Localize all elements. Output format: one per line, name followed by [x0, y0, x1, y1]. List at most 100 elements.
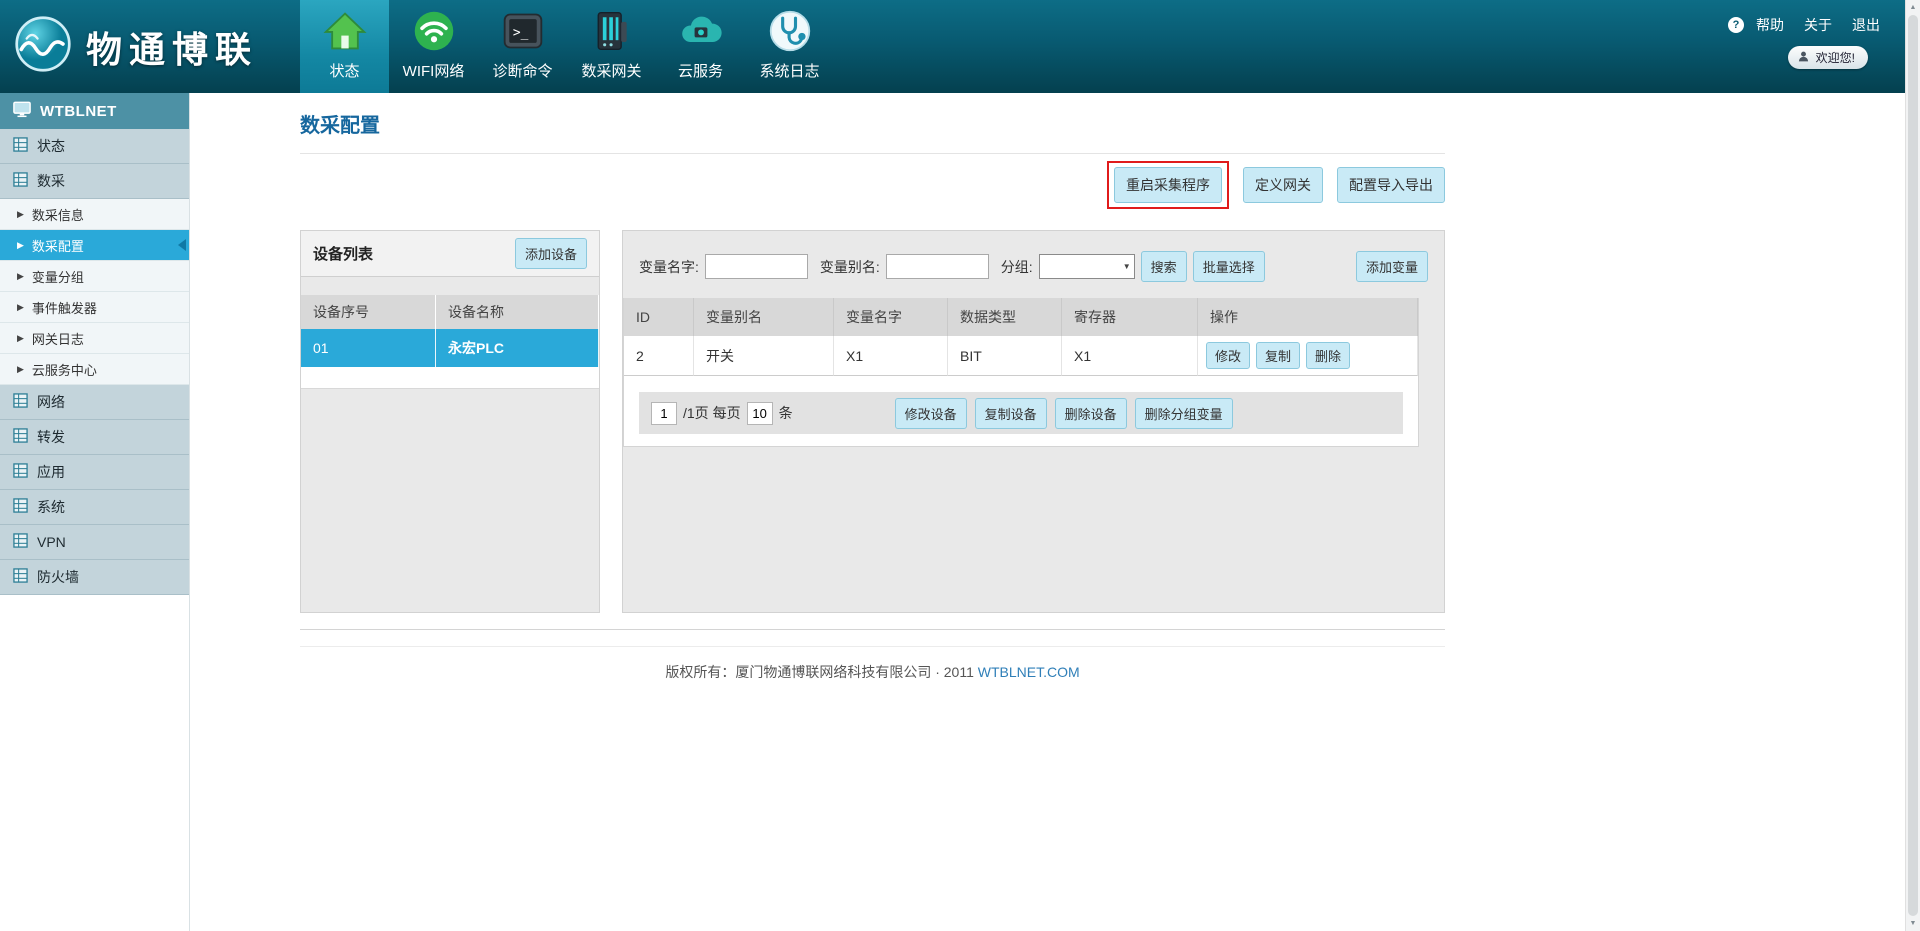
page-count-text: /1页 每页 [683, 403, 741, 423]
sidebar-item-forwarding[interactable]: 转发 [0, 420, 189, 455]
grid-icon [13, 172, 28, 190]
copy-variable-button[interactable]: 复制 [1256, 342, 1300, 369]
variables-table-header: ID 变量别名 变量名字 数据类型 寄存器 操作 [624, 298, 1418, 336]
add-device-button[interactable]: 添加设备 [515, 238, 587, 269]
grid-icon [13, 533, 28, 551]
sidebar-item-variable-group[interactable]: ▶ 变量分组 [0, 261, 189, 292]
sidebar-item-label: 系统 [37, 497, 65, 517]
page-size-input[interactable] [747, 402, 773, 425]
batch-select-button[interactable]: 批量选择 [1193, 251, 1265, 282]
define-gateway-button[interactable]: 定义网关 [1243, 167, 1323, 203]
delete-device-button[interactable]: 删除设备 [1055, 398, 1127, 429]
tab-label: 云服务 [678, 60, 723, 81]
variable-id-cell: 2 [624, 336, 694, 376]
help-link[interactable]: 帮助 [1756, 15, 1784, 35]
sidebar-item-label: 应用 [37, 462, 65, 482]
scroll-down-arrow[interactable]: ▼ [1906, 916, 1920, 931]
search-button[interactable]: 搜索 [1141, 251, 1187, 282]
variable-name-label: 变量名字: [639, 257, 699, 277]
column-header-name: 变量名字 [834, 298, 948, 336]
modify-device-button[interactable]: 修改设备 [895, 398, 967, 429]
tab-system-log[interactable]: 系统日志 [745, 0, 834, 93]
terminal-icon: >_ [499, 7, 547, 55]
column-header-alias: 变量别名 [694, 298, 834, 336]
wifi-icon [410, 7, 458, 55]
tab-status[interactable]: 状态 [300, 0, 389, 93]
config-import-export-button[interactable]: 配置导入导出 [1337, 167, 1445, 203]
footer-copyright: 版权所有：厦门物通博联网络科技有限公司 · 2011 WTBLNET.COM [300, 662, 1445, 682]
footer-divider-2 [300, 646, 1445, 647]
unit-text: 条 [779, 403, 793, 423]
add-variable-button[interactable]: 添加变量 [1356, 251, 1428, 282]
variables-panel: 变量名字: 变量别名: 分组: ▼ 搜索 批量选择 添加变量 [622, 230, 1445, 613]
sidebar-item-label: VPN [37, 534, 66, 550]
sidebar-item-event-trigger[interactable]: ▶ 事件触发器 [0, 292, 189, 323]
scrollbar-thumb[interactable] [1908, 15, 1918, 916]
sidebar-item-data-acq-config[interactable]: ▶ 数采配置 [0, 230, 189, 261]
delete-group-vars-button[interactable]: 删除分组变量 [1135, 398, 1233, 429]
logo-globe-icon [14, 15, 72, 78]
sidebar-item-data-acquisition[interactable]: 数采 [0, 164, 189, 199]
vertical-scrollbar[interactable]: ▲ ▼ [1905, 0, 1920, 931]
tab-cloud-service[interactable]: 云服务 [656, 0, 745, 93]
cloud-icon [677, 7, 725, 55]
column-header-type: 数据类型 [948, 298, 1062, 336]
brand-name: 物通博联 [86, 21, 258, 73]
top-navigation: 状态 WIFI网络 >_ 诊断命令 数采网关 云服务 [300, 0, 834, 93]
column-header-actions: 操作 [1198, 298, 1418, 336]
grid-icon [13, 137, 28, 155]
sidebar-item-network[interactable]: 网络 [0, 385, 189, 420]
copy-device-button[interactable]: 复制设备 [975, 398, 1047, 429]
tab-wifi-network[interactable]: WIFI网络 [389, 0, 478, 93]
stethoscope-icon [766, 7, 814, 55]
sidebar-item-data-acq-info[interactable]: ▶ 数采信息 [0, 199, 189, 230]
page-title: 数采配置 [300, 109, 1445, 138]
group-select[interactable]: ▼ [1039, 254, 1135, 279]
variable-actions-cell: 修改 复制 删除 [1198, 336, 1418, 376]
device-table-empty-row [301, 367, 599, 389]
sidebar-item-application[interactable]: 应用 [0, 455, 189, 490]
delete-variable-button[interactable]: 删除 [1306, 342, 1350, 369]
page-toolbar: 重启采集程序 定义网关 配置导入导出 [300, 164, 1445, 206]
modify-variable-button[interactable]: 修改 [1206, 342, 1250, 369]
device-no-cell: 01 [301, 329, 436, 367]
sidebar-item-label: 状态 [37, 136, 65, 156]
group-label: 分组: [1001, 257, 1033, 277]
tab-label: 诊断命令 [492, 60, 552, 81]
about-link[interactable]: 关于 [1804, 15, 1832, 35]
grid-icon [13, 428, 28, 446]
sidebar-item-system[interactable]: 系统 [0, 490, 189, 525]
tab-diagnostic-command[interactable]: >_ 诊断命令 [478, 0, 567, 93]
top-header: 物通博联 状态 WIFI网络 >_ 诊断命令 数采网关 [0, 0, 1920, 93]
column-header-device-name: 设备名称 [436, 295, 599, 329]
variable-name-input[interactable] [705, 254, 808, 279]
variable-alias-input[interactable] [886, 254, 989, 279]
sidebar-item-gateway-log[interactable]: ▶ 网关日志 [0, 323, 189, 354]
device-row-selected[interactable]: 01 永宏PLC [301, 329, 599, 367]
monitor-icon [13, 101, 31, 122]
copyright-text: 版权所有：厦门物通博联网络科技有限公司 · 2011 [665, 664, 974, 680]
welcome-badge[interactable]: 欢迎您! [1788, 46, 1868, 69]
device-list-title: 设备列表 [313, 243, 373, 264]
sidebar-item-vpn[interactable]: VPN [0, 525, 189, 560]
sidebar-item-cloud-service-center[interactable]: ▶ 云服务中心 [0, 354, 189, 385]
grid-icon [13, 568, 28, 586]
highlight-box: 重启采集程序 [1107, 161, 1229, 209]
wtblnet-link[interactable]: WTBLNET.COM [978, 664, 1080, 680]
grid-icon [13, 498, 28, 516]
gateway-icon [588, 7, 636, 55]
page-number-input[interactable] [651, 402, 677, 425]
restart-collector-button[interactable]: 重启采集程序 [1114, 167, 1222, 203]
footer-divider [300, 629, 1445, 630]
scroll-up-arrow[interactable]: ▲ [1906, 0, 1920, 15]
sidebar-item-status[interactable]: 状态 [0, 129, 189, 164]
tab-data-gateway[interactable]: 数采网关 [567, 0, 656, 93]
tab-label: 数采网关 [581, 60, 641, 81]
sidebar-item-firewall[interactable]: 防火墙 [0, 560, 189, 595]
variables-table: ID 变量别名 变量名字 数据类型 寄存器 操作 2 开关 X1 BIT [623, 298, 1419, 447]
logout-link[interactable]: 退出 [1852, 15, 1880, 35]
variable-name-cell: X1 [834, 336, 948, 376]
device-name-cell: 永宏PLC [436, 329, 599, 367]
svg-text:>_: >_ [512, 26, 528, 41]
pager-buttons: 修改设备 复制设备 删除设备 删除分组变量 [895, 398, 1233, 429]
